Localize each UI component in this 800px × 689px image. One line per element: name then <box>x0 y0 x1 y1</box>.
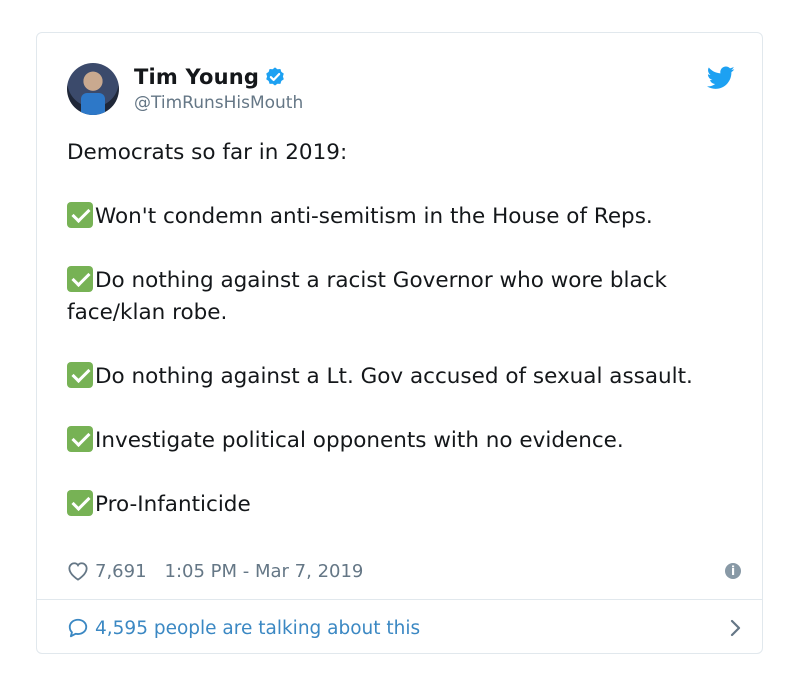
verified-badge-icon <box>266 67 284 86</box>
tweet-item-text: Do nothing against a racist Governor who… <box>67 268 667 325</box>
tweet-timestamp[interactable]: 1:05 PM - Mar 7, 2019 <box>165 561 364 582</box>
tweet-intro: Democrats so far in 2019: <box>67 140 348 165</box>
author-handle[interactable]: @TimRunsHisMouth <box>134 93 303 113</box>
tweet-meta: 7,691 1:05 PM - Mar 7, 2019 i <box>67 558 741 584</box>
tweet-body: Democrats so far in 2019: Won't condemn … <box>67 137 737 521</box>
tweet-item: Do nothing against a Lt. Gov accused of … <box>67 361 737 393</box>
comment-bubble-icon <box>68 618 88 638</box>
white-check-mark-icon <box>67 426 93 452</box>
white-check-mark-icon <box>67 362 93 388</box>
tweet-item: Won't condemn anti-semitism in the House… <box>67 201 737 233</box>
tweet-card: Tim Young @TimRunsHisMouth Democrats so … <box>36 32 763 654</box>
like-count[interactable]: 7,691 <box>95 561 147 582</box>
author-name[interactable]: Tim Young <box>134 65 259 89</box>
talking-about-text[interactable]: 4,595 people are talking about this <box>95 618 420 639</box>
tweet-item-text: Do nothing against a Lt. Gov accused of … <box>95 364 693 389</box>
talking-about-link[interactable]: 4,595 people are talking about this <box>67 613 741 643</box>
author-row: Tim Young <box>134 63 286 91</box>
white-check-mark-icon <box>67 490 93 516</box>
twitter-bird-icon[interactable] <box>707 66 735 90</box>
tweet-item-text: Pro-Infanticide <box>95 492 251 517</box>
chevron-right-icon[interactable] <box>729 617 743 639</box>
tweet-item: Pro-Infanticide <box>67 489 737 521</box>
white-check-mark-icon <box>67 202 93 228</box>
avatar[interactable] <box>67 63 119 115</box>
heart-icon[interactable] <box>67 561 89 581</box>
divider <box>37 599 762 600</box>
tweet-item: Do nothing against a racist Governor who… <box>67 265 737 329</box>
tweet-item-text: Investigate political opponents with no … <box>95 428 624 453</box>
tweet-item: Investigate political opponents with no … <box>67 425 737 457</box>
tweet-item-text: Won't condemn anti-semitism in the House… <box>95 204 653 229</box>
info-icon[interactable]: i <box>725 563 741 579</box>
white-check-mark-icon <box>67 266 93 292</box>
